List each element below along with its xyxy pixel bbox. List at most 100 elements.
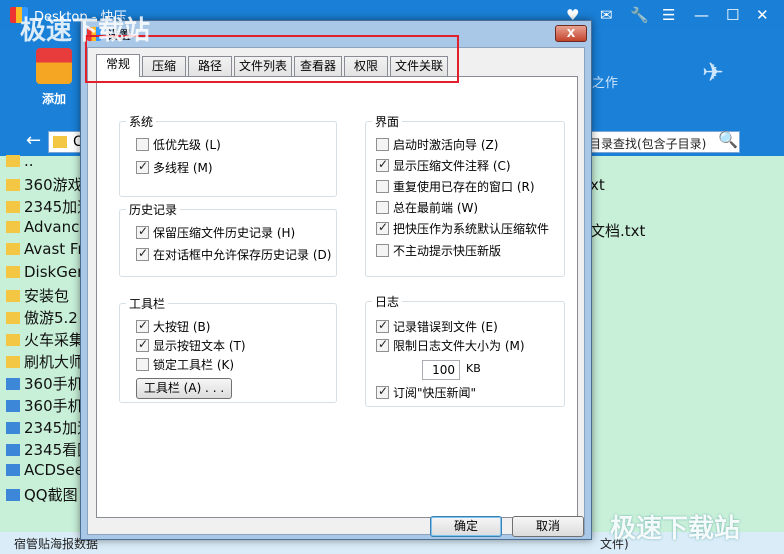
settings-icon[interactable]: 🔧 (630, 6, 649, 24)
file-name: ACDSee (24, 461, 84, 480)
folder-icon (6, 333, 20, 346)
group-history: 历史记录 保留压缩文件历史记录 (H) 在对话框中允许保存历史记录 (D) (119, 201, 337, 277)
option-label: 不主动提示快压新版 (393, 244, 502, 258)
search-input[interactable]: 目录查找(包含子目录) (584, 131, 740, 153)
dialog-close-button[interactable]: X (555, 25, 587, 42)
back-arrow-icon[interactable]: ← (26, 130, 41, 151)
file-item-right[interactable]: xt (590, 176, 605, 194)
mail-icon[interactable]: ✉ (600, 6, 613, 24)
option-label: 在对话框中允许保存历史记录 (D) (153, 248, 332, 262)
option-default-compressor[interactable]: 把快压作为系统默认压缩软件 (376, 220, 549, 238)
toolbar-settings-button[interactable]: 工具栏 (A) . . . (136, 378, 232, 399)
checkbox[interactable] (376, 180, 389, 193)
folder-icon (6, 243, 20, 256)
file-name: DiskGen (24, 262, 87, 281)
file-item[interactable]: Advance (6, 218, 89, 240)
folder-icon (6, 355, 20, 368)
app-icon (6, 422, 20, 435)
option-limit-log-size[interactable]: 限制日志文件大小为 (M) (376, 337, 525, 355)
menu-icon[interactable]: ☰ (662, 6, 675, 24)
checkbox[interactable] (136, 246, 149, 261)
option-lock-toolbar[interactable]: 锁定工具栏 (K) (136, 356, 234, 374)
file-item[interactable]: 刷机大师 (6, 351, 84, 373)
paper-plane-icon: ✈ (702, 58, 724, 88)
group-title: 界面 (372, 113, 403, 130)
app-icon (6, 400, 20, 413)
checkbox[interactable] (376, 318, 389, 333)
option-startup-wizard[interactable]: 启动时激活向导 (Z) (376, 136, 498, 154)
option-label: 重复使用已存在的窗口 (R) (393, 180, 535, 194)
folder-icon (6, 155, 20, 167)
checkbox[interactable] (376, 337, 389, 352)
dialog-body: 常规 压缩 路径 文件列表 查看器 权限 文件关联 系统 低优先级 (L) 多线… (87, 47, 585, 537)
folder-icon (6, 179, 20, 192)
file-item[interactable]: .. (6, 152, 34, 174)
file-name: QQ截图 (24, 485, 78, 504)
file-item[interactable]: 安装包 (6, 285, 69, 307)
file-name: 安装包 (24, 286, 70, 305)
option-log-errors[interactable]: 记录错误到文件 (E) (376, 318, 498, 336)
option-no-update-prompt[interactable]: 不主动提示快压新版 (376, 242, 501, 260)
file-item[interactable]: 傲游5.2 (6, 307, 78, 329)
option-show-button-text[interactable]: 显示按钮文本 (T) (136, 337, 246, 355)
folder-icon (53, 136, 67, 148)
cancel-button[interactable]: 取消 (512, 516, 584, 537)
option-show-comment[interactable]: 显示压缩文件注释 (C) (376, 157, 511, 175)
checkbox[interactable] (136, 224, 149, 239)
maximize-icon[interactable]: ☐ (726, 6, 739, 24)
folder-icon (6, 221, 20, 234)
checkbox[interactable] (136, 337, 149, 352)
option-large-buttons[interactable]: 大按钮 (B) (136, 318, 210, 336)
checkbox[interactable] (376, 244, 389, 257)
add-button-label[interactable]: 添加 (42, 90, 66, 107)
file-name: 360游戏 (24, 176, 83, 195)
file-item[interactable]: QQ截图 (6, 484, 78, 506)
option-low-priority[interactable]: 低优先级 (L) (136, 136, 221, 154)
option-label: 限制日志文件大小为 (M) (393, 339, 525, 353)
checkbox[interactable] (376, 384, 389, 399)
minimize-icon[interactable]: — (694, 6, 709, 24)
slogan-text: 之作 (592, 76, 619, 91)
file-item[interactable]: ACDSee (6, 461, 84, 483)
file-item-right[interactable]: 文档.txt (590, 220, 645, 241)
option-reuse-window[interactable]: 重复使用已存在的窗口 (R) (376, 178, 535, 196)
search-icon[interactable]: 🔍 (718, 130, 738, 149)
option-multithread[interactable]: 多线程 (M) (136, 159, 213, 177)
option-keep-history[interactable]: 保留压缩文件历史记录 (H) (136, 224, 295, 242)
option-label: 记录错误到文件 (E) (393, 320, 498, 334)
checkbox[interactable] (376, 138, 389, 151)
file-item[interactable]: DiskGen (6, 263, 87, 285)
file-name: 360手机 (24, 375, 83, 393)
log-size-input[interactable]: 100 (422, 360, 460, 380)
option-subscribe-news[interactable]: 订阅"快压新闻" (376, 384, 476, 402)
tab-general[interactable]: 常规 (96, 54, 140, 77)
checkbox[interactable] (376, 220, 389, 235)
option-dialog-history[interactable]: 在对话框中允许保存历史记录 (D) (136, 246, 331, 264)
checkbox[interactable] (376, 201, 389, 214)
settings-dialog: 设置 X 常规 压缩 路径 文件列表 查看器 权限 文件关联 系统 低优先级 (… (80, 20, 592, 540)
option-label: 总在最前端 (W) (393, 201, 479, 215)
checkbox[interactable] (136, 358, 149, 371)
file-item[interactable]: 360游戏 (6, 174, 83, 196)
group-title: 工具栏 (126, 295, 169, 312)
add-icon[interactable] (36, 48, 72, 84)
checkbox[interactable] (136, 159, 149, 174)
folder-icon (6, 289, 20, 302)
file-item[interactable]: 火车采集 (6, 329, 84, 351)
option-always-on-top[interactable]: 总在最前端 (W) (376, 199, 478, 217)
file-item[interactable]: Avast Fr (6, 240, 84, 262)
checkbox[interactable] (136, 138, 149, 151)
checkbox[interactable] (376, 157, 389, 172)
file-name: Advance (24, 218, 89, 237)
close-icon[interactable]: ✕ (756, 6, 769, 24)
file-name: .. (24, 152, 34, 170)
checkbox[interactable] (136, 318, 149, 333)
option-label: 保留压缩文件历史记录 (H) (153, 226, 296, 240)
file-item[interactable]: 360手机 (6, 373, 83, 395)
app-icon (6, 444, 20, 457)
option-label: 低优先级 (L) (153, 138, 221, 152)
file-item[interactable]: 360手机 (6, 395, 83, 417)
group-system: 系统 低优先级 (L) 多线程 (M) (119, 113, 337, 197)
file-name: 傲游5.2 (24, 308, 78, 327)
ok-button[interactable]: 确定 (430, 516, 502, 537)
